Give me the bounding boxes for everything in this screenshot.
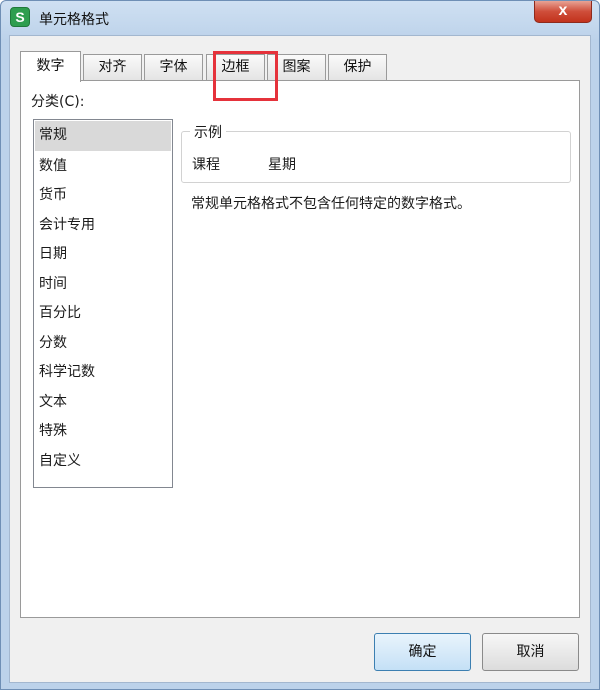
category-item-special[interactable]: 特殊 (34, 417, 172, 447)
category-item-date[interactable]: 日期 (34, 240, 172, 270)
cancel-button[interactable]: 取消 (482, 633, 579, 671)
tab-alignment[interactable]: 对齐 (83, 54, 142, 81)
tab-border[interactable]: 边框 (206, 54, 265, 81)
category-list[interactable]: 常规 数值 货币 会计专用 日期 时间 百分比 分数 科学记数 文本 特殊 自定… (33, 119, 173, 488)
tab-pattern[interactable]: 图案 (267, 54, 326, 81)
category-item-percentage[interactable]: 百分比 (34, 299, 172, 329)
tab-font[interactable]: 字体 (144, 54, 203, 81)
tab-strip: 数字 对齐 字体 边框 图案 保护 (20, 51, 580, 101)
format-cells-dialog: S 单元格格式 x 数字 对齐 字体 边框 图案 保护 分类(C): 常规 数值… (0, 0, 600, 690)
category-item-time[interactable]: 时间 (34, 270, 172, 300)
close-button[interactable]: x (534, 1, 592, 23)
app-logo-icon: S (10, 7, 30, 27)
title-bar[interactable]: S 单元格格式 x (1, 1, 599, 35)
sample-value-weekday: 星期 (268, 157, 296, 173)
tab-protection[interactable]: 保护 (328, 54, 387, 81)
category-item-text[interactable]: 文本 (34, 388, 172, 418)
sample-legend: 示例 (190, 122, 226, 142)
category-item-scientific[interactable]: 科学记数 (34, 358, 172, 388)
category-label: 分类(C): (31, 94, 85, 110)
category-item-fraction[interactable]: 分数 (34, 329, 172, 359)
sample-value-course: 课程 (192, 157, 220, 173)
window-title: 单元格格式 (39, 12, 109, 28)
category-item-accounting[interactable]: 会计专用 (34, 211, 172, 241)
number-tab-panel: 分类(C): 常规 数值 货币 会计专用 日期 时间 百分比 分数 科学记数 文… (20, 80, 580, 618)
category-item-custom[interactable]: 自定义 (34, 447, 172, 477)
category-item-general[interactable]: 常规 (35, 121, 171, 151)
ok-button[interactable]: 确定 (374, 633, 471, 671)
category-item-number[interactable]: 数值 (34, 152, 172, 182)
tab-number[interactable]: 数字 (20, 51, 81, 82)
dialog-body: 数字 对齐 字体 边框 图案 保护 分类(C): 常规 数值 货币 会计专用 日… (9, 35, 591, 683)
category-item-currency[interactable]: 货币 (34, 181, 172, 211)
sample-group: 示例 课程 星期 (181, 122, 571, 183)
format-description: 常规单元格格式不包含任何特定的数字格式。 (191, 196, 471, 212)
